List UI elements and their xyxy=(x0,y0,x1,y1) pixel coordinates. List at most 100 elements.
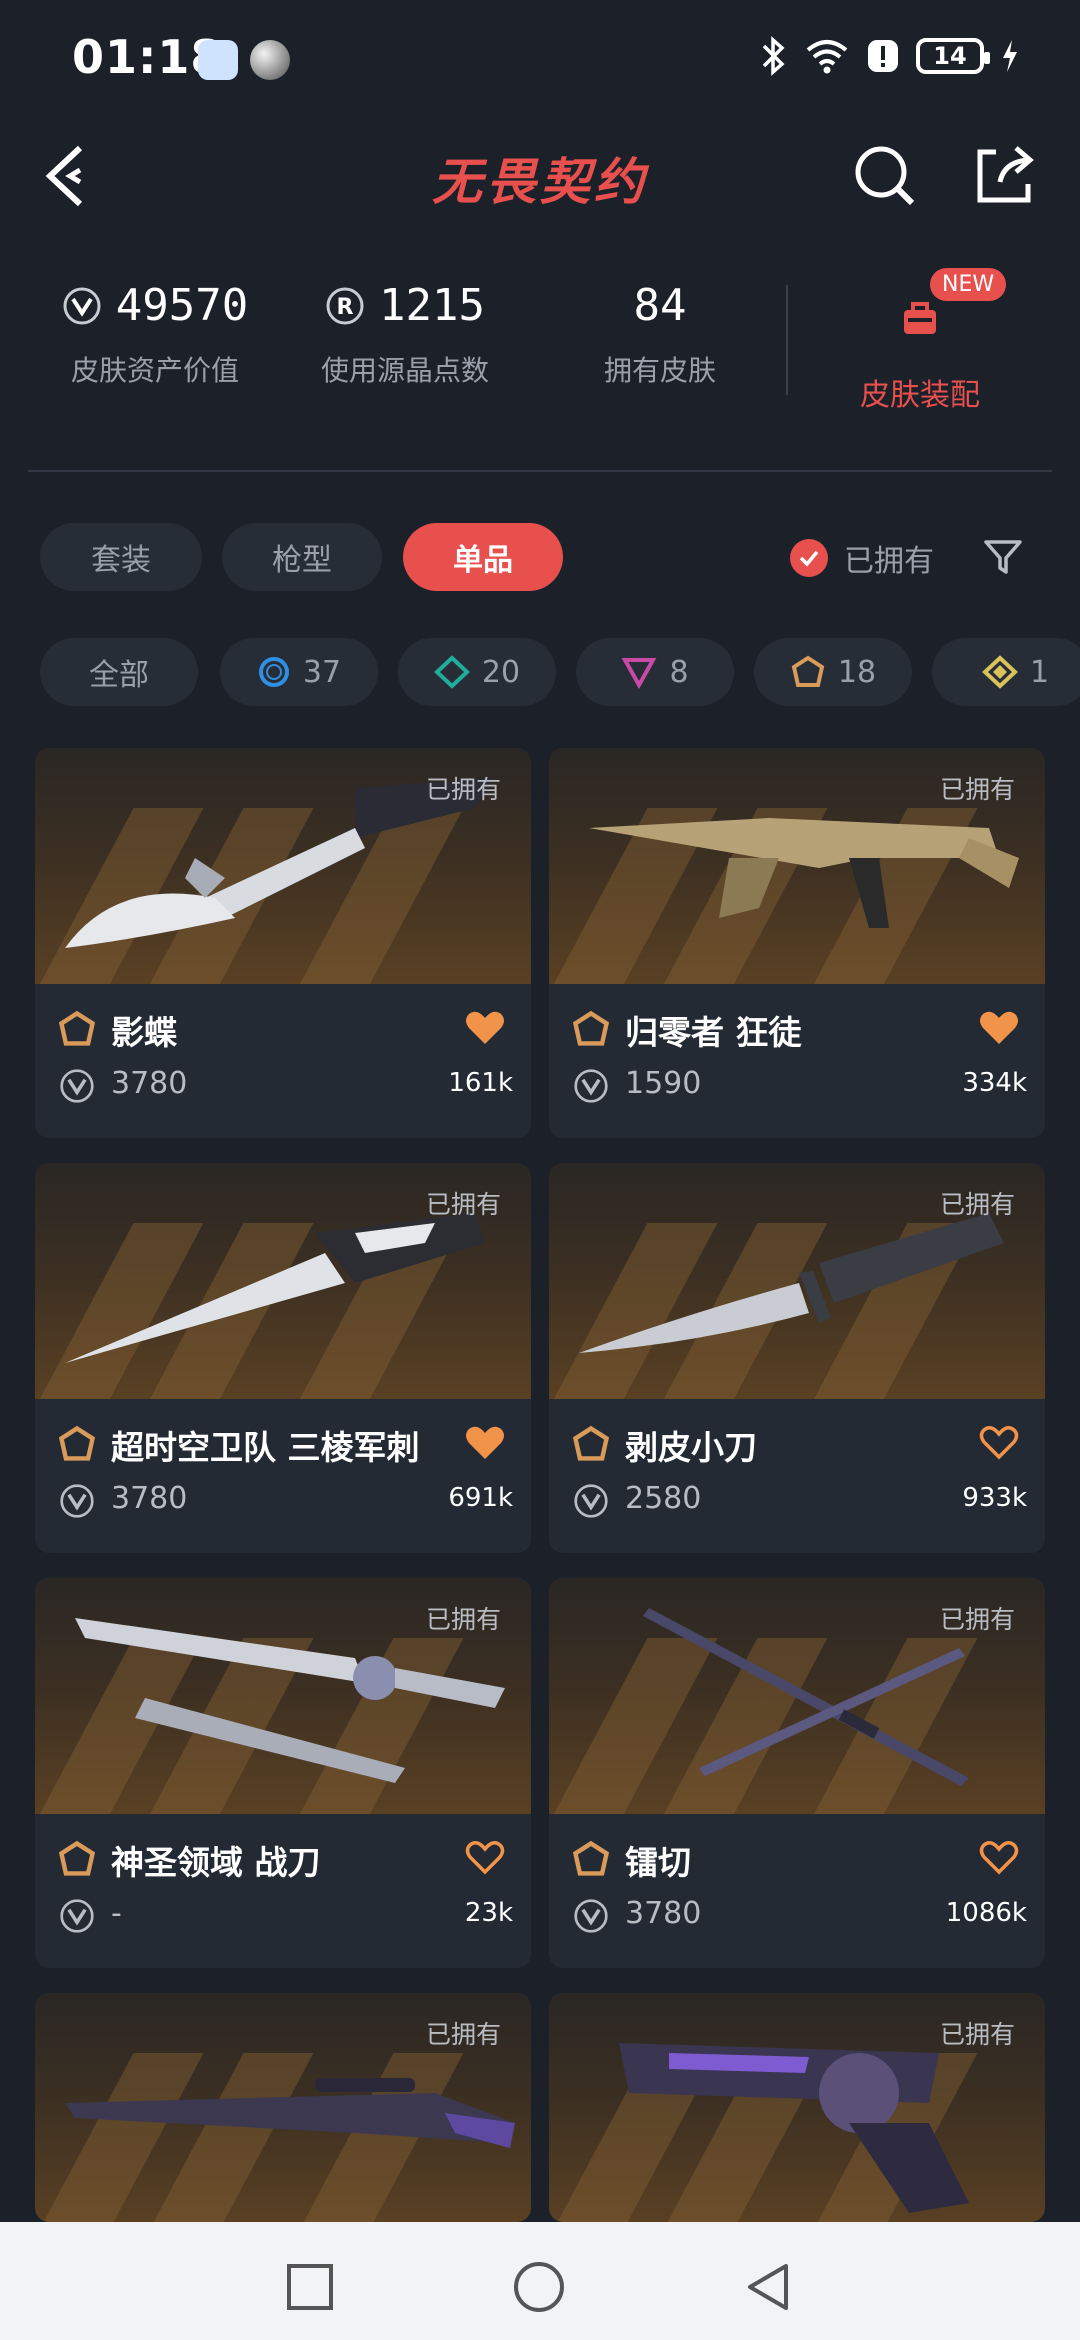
skin-price: 1590 xyxy=(625,1066,702,1101)
exclusive-tier-icon xyxy=(572,1840,610,1876)
tier-filter-premium[interactable]: 8 xyxy=(576,638,734,706)
skin-image: 已拥有 xyxy=(549,1993,1045,2222)
vp-coin-icon xyxy=(60,1069,94,1103)
skin-card[interactable]: 已拥有 影蝶 3780 161k xyxy=(35,748,531,1138)
share-icon[interactable] xyxy=(970,140,1040,210)
loadout-label: 皮肤装配 xyxy=(860,378,980,413)
battery-indicator: 14 xyxy=(916,38,990,74)
owned-filter-toggle[interactable]: 已拥有 xyxy=(790,536,934,580)
chip-label: 全部 xyxy=(89,658,149,693)
exclusive-tier-icon xyxy=(58,1425,96,1461)
tier-filter-exclusive[interactable]: 18 xyxy=(754,638,912,706)
vp-coin-icon xyxy=(574,1484,608,1518)
owned-tag: 已拥有 xyxy=(939,1190,1015,1219)
like-count: 161k xyxy=(448,1068,513,1098)
skin-price: 3780 xyxy=(111,1481,188,1516)
skin-name: 影蝶 xyxy=(111,1013,177,1052)
heart-outline-icon[interactable] xyxy=(977,1838,1021,1878)
status-bar: 01:18 14 xyxy=(0,0,1080,120)
skin-price: 3780 xyxy=(111,1066,188,1101)
exclusive-tier-icon xyxy=(58,1840,96,1876)
heart-filled-icon[interactable] xyxy=(977,1008,1021,1048)
owned-tag: 已拥有 xyxy=(939,775,1015,804)
vp-coin-icon xyxy=(60,1484,94,1518)
notification-avatar-icon xyxy=(250,40,290,80)
system-nav-bar xyxy=(0,2222,1080,2340)
heart-filled-icon[interactable] xyxy=(463,1423,507,1463)
home-circle-icon[interactable] xyxy=(512,2260,566,2314)
heart-filled-icon[interactable] xyxy=(463,1008,507,1048)
skin-name: 剥皮小刀 xyxy=(625,1428,757,1467)
search-icon[interactable] xyxy=(850,140,920,210)
chip-label: 37 xyxy=(302,654,342,690)
stat-label: 皮肤资产价值 xyxy=(70,354,239,387)
exclusive-tier-icon xyxy=(572,1425,610,1461)
back-triangle-icon[interactable] xyxy=(742,2260,796,2314)
heart-outline-icon[interactable] xyxy=(977,1423,1021,1463)
tab-weapon-types[interactable]: 枪型 xyxy=(222,523,382,591)
owned-tag: 已拥有 xyxy=(425,775,501,804)
stat-value: 1215 xyxy=(379,280,485,331)
skin-price: - xyxy=(111,1896,122,1931)
svg-text:R: R xyxy=(337,295,354,320)
stat-value: 84 xyxy=(633,280,687,331)
checkmark-icon xyxy=(790,539,828,577)
skin-name: 镭切 xyxy=(625,1843,691,1882)
owned-tag: 已拥有 xyxy=(425,1190,501,1219)
like-count: 933k xyxy=(962,1483,1027,1513)
like-count: 691k xyxy=(448,1483,513,1513)
stat-skin-value: 49570 皮肤资产价值 xyxy=(60,280,250,389)
skin-card[interactable]: 已拥有 归零者 狂徒 1590 334k xyxy=(549,748,1045,1138)
vp-coin-icon xyxy=(574,1899,608,1933)
skin-card[interactable]: 已拥有 xyxy=(35,1993,531,2222)
skin-card[interactable]: 已拥有 剥皮小刀 2580 933k xyxy=(549,1163,1045,1553)
skin-card[interactable]: 已拥有 神圣领域 战刀 - 23k xyxy=(35,1578,531,1968)
recents-square-icon[interactable] xyxy=(285,2262,335,2312)
chip-label: 8 xyxy=(669,654,689,690)
stat-label: 拥有皮肤 xyxy=(603,354,716,387)
skin-image: 已拥有 xyxy=(549,748,1045,984)
owned-tag: 已拥有 xyxy=(425,2020,501,2049)
tab-label: 枪型 xyxy=(272,543,332,578)
chip-label: 1 xyxy=(1030,654,1050,690)
section-divider xyxy=(28,470,1052,472)
tab-label: 单品 xyxy=(453,543,513,578)
skin-name: 归零者 狂徒 xyxy=(625,1013,802,1052)
chip-label: 18 xyxy=(837,654,877,690)
like-count: 1086k xyxy=(945,1898,1027,1928)
stats-divider xyxy=(786,285,788,395)
stat-value: 49570 xyxy=(115,280,249,331)
exclusive-tier-icon xyxy=(791,655,825,687)
sniper-rifle-illustration xyxy=(65,2078,515,2148)
skin-name: 神圣领域 战刀 xyxy=(111,1843,321,1882)
app-bar: 无畏契约 xyxy=(0,120,1080,230)
filter-icon[interactable] xyxy=(980,534,1026,580)
skin-image: 已拥有 xyxy=(549,1578,1045,1814)
tier-filter-deluxe[interactable]: 20 xyxy=(398,638,556,706)
owned-filter-label: 已拥有 xyxy=(844,544,934,579)
skin-card[interactable]: 已拥有 镭切 3780 1086k xyxy=(549,1578,1045,1968)
deluxe-tier-icon xyxy=(433,655,470,689)
skin-card[interactable]: 已拥有 xyxy=(549,1993,1045,2222)
skin-image: 已拥有 xyxy=(549,1163,1045,1399)
exclusive-tier-icon xyxy=(58,1010,96,1046)
tier-filter-select[interactable]: 37 xyxy=(220,638,378,706)
vp-coin-icon xyxy=(60,1899,94,1933)
charging-icon xyxy=(1003,40,1017,72)
owned-tag: 已拥有 xyxy=(939,1605,1015,1634)
skin-card[interactable]: 已拥有 超时空卫队 三棱军刺 3780 691k xyxy=(35,1163,531,1553)
premium-tier-icon xyxy=(622,658,657,689)
tier-filter-all[interactable]: 全部 xyxy=(40,638,198,706)
tab-single-items[interactable]: 单品 xyxy=(403,523,563,591)
skin-price: 2580 xyxy=(625,1481,702,1516)
battery-level: 14 xyxy=(933,42,967,70)
skin-image: 已拥有 xyxy=(35,748,531,984)
owned-tag: 已拥有 xyxy=(939,2020,1015,2049)
select-tier-icon xyxy=(258,657,289,687)
heart-outline-icon[interactable] xyxy=(463,1838,507,1878)
skin-price: 3780 xyxy=(625,1896,702,1931)
tier-filter-ultra[interactable]: 1 xyxy=(932,638,1080,706)
loadout-bag-icon xyxy=(904,302,936,334)
radianite-icon: R xyxy=(326,287,364,324)
tab-bundles[interactable]: 套装 xyxy=(40,523,202,591)
